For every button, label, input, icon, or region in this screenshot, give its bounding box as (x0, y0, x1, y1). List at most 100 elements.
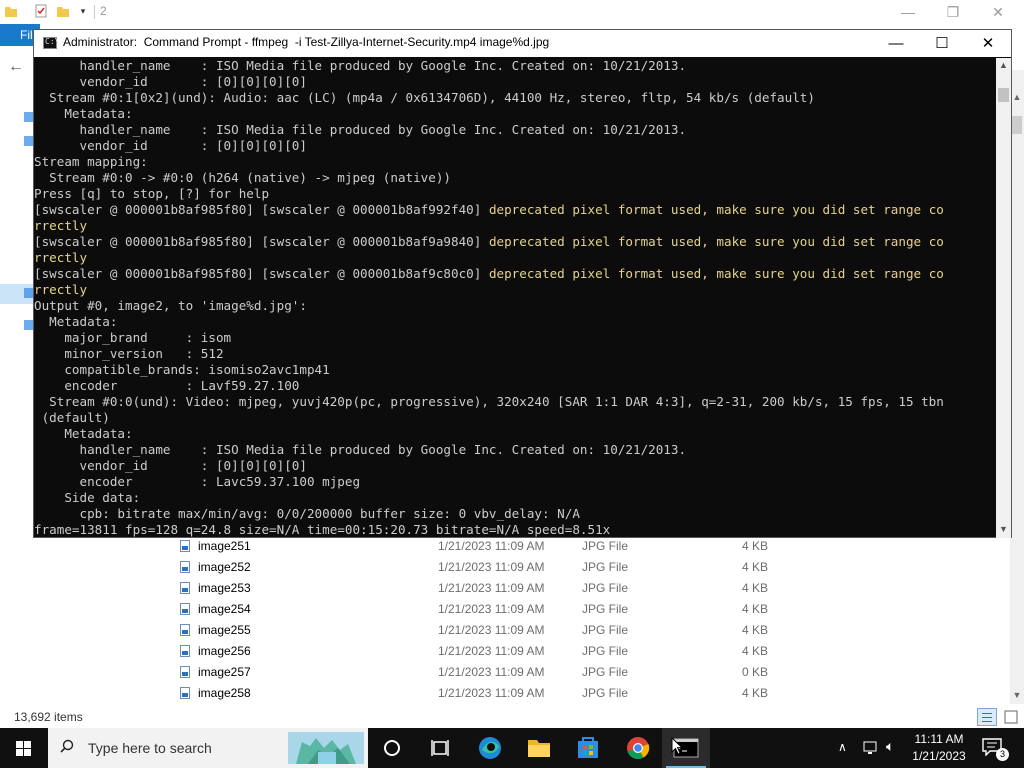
explorer-restore-button[interactable]: ❐ (943, 2, 963, 22)
file-name: image252 (198, 560, 251, 574)
console-line: vendor_id : [0][0][0][0] (34, 458, 996, 474)
file-row[interactable]: image254 1/21/2023 11:09 AM JPG File 4 KB (176, 599, 1006, 620)
scroll-down-icon[interactable]: ▼ (1010, 690, 1024, 704)
back-arrow-icon[interactable]: ← (8, 58, 24, 76)
folder-icon[interactable] (4, 4, 18, 18)
console-line-text: [swscaler @ 000001b8af985f80] [swscaler … (34, 234, 489, 249)
file-row[interactable]: image255 1/21/2023 11:09 AM JPG File 4 KB (176, 620, 1006, 641)
file-name: image253 (198, 581, 251, 595)
separator (94, 5, 95, 19)
volume-icon[interactable]: 🔈︎ (886, 738, 894, 755)
clock-date: 1/21/2023 (912, 749, 966, 763)
scroll-up-icon[interactable]: ▲ (996, 58, 1011, 72)
scroll-thumb[interactable] (998, 88, 1009, 102)
file-date: 1/21/2023 11:09 AM (438, 665, 545, 679)
scroll-up-icon[interactable]: ▲ (1010, 92, 1024, 106)
console-line-text: rrectly (34, 282, 88, 297)
explorer-minimize-button[interactable]: — (898, 2, 918, 22)
file-size: 4 KB (741, 539, 768, 553)
scroll-down-icon[interactable]: ▼ (996, 522, 1011, 536)
console-line: Stream #0:1[0x2](und): Audio: aac (LC) (… (34, 90, 996, 106)
quick-access-dropdown-icon[interactable]: ▾ (78, 4, 88, 18)
cmd-close-button[interactable]: ✕ (966, 30, 1010, 57)
console-warning-text: deprecated pixel format used, make sure … (488, 234, 944, 249)
console-line-text: Metadata: (34, 314, 118, 329)
file-row[interactable]: image256 1/21/2023 11:09 AM JPG File 4 KB (176, 641, 1006, 662)
jpg-file-icon (180, 540, 190, 552)
console-line-text: minor_version : 512 (34, 346, 224, 361)
cmd-window-title: Administrator: Command Prompt - ffmpeg -… (63, 35, 550, 49)
cmd-minimize-button[interactable]: — (874, 30, 918, 57)
file-name: image255 (198, 623, 251, 637)
large-icons-view-icon[interactable] (1002, 708, 1020, 726)
console-line-text: cpb: bitrate max/min/avg: 0/0/200000 buf… (34, 506, 580, 521)
console-line: Stream mapping: (34, 154, 996, 170)
console-line: Stream #0:0 -> #0:0 (h264 (native) -> mj… (34, 170, 996, 186)
scroll-thumb[interactable] (1012, 116, 1022, 134)
console-output[interactable]: handler_name : ISO Media file produced b… (34, 58, 996, 538)
console-line: [swscaler @ 000001b8af985f80] [swscaler … (34, 266, 996, 282)
store-icon[interactable] (564, 728, 612, 768)
console-line-text: vendor_id : [0][0][0][0] (34, 458, 307, 473)
jpg-file-icon (180, 582, 190, 594)
edge-icon[interactable] (466, 728, 514, 768)
explorer-titlebar: ▾ 2 — ❐ ✕ (0, 0, 1024, 24)
file-row[interactable]: image258 1/21/2023 11:09 AM JPG File 4 KB (176, 683, 1006, 704)
file-date: 1/21/2023 11:09 AM (438, 602, 545, 616)
show-hidden-icons-icon[interactable]: ∧ (838, 740, 847, 754)
console-line: vendor_id : [0][0][0][0] (34, 74, 996, 90)
console-line: rrectly (34, 250, 996, 266)
file-type: JPG File (582, 581, 629, 595)
file-name: image258 (198, 686, 251, 700)
console-line: minor_version : 512 (34, 346, 996, 362)
console-line-text: vendor_id : [0][0][0][0] (34, 74, 307, 89)
taskbar-search-box[interactable]: Type here to search (48, 728, 368, 768)
chrome-icon[interactable] (614, 728, 662, 768)
jpg-file-icon (180, 624, 190, 636)
console-line-text: Stream #0:1[0x2](und): Audio: aac (LC) (… (34, 90, 815, 105)
command-prompt-window[interactable]: C:\ Administrator: Command Prompt - ffmp… (33, 29, 1012, 538)
cortana-icon[interactable] (368, 728, 416, 768)
cmd-titlebar[interactable]: C:\ Administrator: Command Prompt - ffmp… (34, 30, 1011, 57)
console-line: Press [q] to stop, [?] for help (34, 186, 996, 202)
console-line-text: encoder : Lavf59.27.100 (34, 378, 300, 393)
file-type: JPG File (582, 665, 629, 679)
console-line: compatible_brands: isomiso2avc1mp41 (34, 362, 996, 378)
file-row[interactable]: image253 1/21/2023 11:09 AM JPG File 4 KB (176, 578, 1006, 599)
file-type: JPG File (582, 560, 629, 574)
console-line-text: major_brand : isom (34, 330, 232, 345)
file-size: 4 KB (741, 560, 768, 574)
file-name: image251 (198, 539, 251, 553)
details-view-button[interactable] (977, 708, 997, 726)
cmd-maximize-button[interactable]: ☐ (920, 30, 964, 57)
console-line: handler_name : ISO Media file produced b… (34, 122, 996, 138)
file-type: JPG File (582, 686, 629, 700)
new-folder-icon[interactable] (56, 4, 70, 18)
explorer-close-button[interactable]: ✕ (988, 2, 1008, 22)
file-list: image251 1/21/2023 11:09 AM JPG File 4 KB i… (176, 536, 1006, 704)
console-warning-text: deprecated pixel format used, make sure … (488, 266, 944, 281)
cmd-scrollbar[interactable]: ▲ ▼ (996, 58, 1011, 538)
console-line-text: Side data: (34, 490, 141, 505)
file-explorer-icon[interactable] (515, 728, 563, 768)
console-line: Metadata: (34, 314, 996, 330)
search-placeholder: Type here to search (88, 740, 212, 756)
properties-icon[interactable] (34, 4, 48, 18)
windows-start-icon[interactable] (0, 728, 48, 768)
console-line: (default) (34, 410, 996, 426)
mouse-cursor-icon (671, 737, 683, 755)
command-prompt-icon[interactable] (662, 728, 710, 768)
network-icon[interactable] (862, 740, 880, 756)
file-row[interactable]: image252 1/21/2023 11:09 AM JPG File 4 KB (176, 557, 1006, 578)
task-view-icon[interactable] (416, 728, 464, 768)
console-line-text: [swscaler @ 000001b8af985f80] [swscaler … (34, 266, 489, 281)
console-line-text: Metadata: (34, 426, 133, 441)
file-row[interactable]: image251 1/21/2023 11:09 AM JPG File 4 KB (176, 536, 1006, 557)
clock[interactable]: 11:11 AM 1/21/2023 (908, 731, 970, 765)
explorer-scrollbar[interactable] (1010, 70, 1024, 704)
console-line: cpb: bitrate max/min/avg: 0/0/200000 buf… (34, 506, 996, 522)
file-date: 1/21/2023 11:09 AM (438, 644, 545, 658)
console-line-text: compatible_brands: isomiso2avc1mp41 (34, 362, 330, 377)
console-line-text: rrectly (34, 250, 88, 265)
file-row[interactable]: image257 1/21/2023 11:09 AM JPG File 0 KB (176, 662, 1006, 683)
